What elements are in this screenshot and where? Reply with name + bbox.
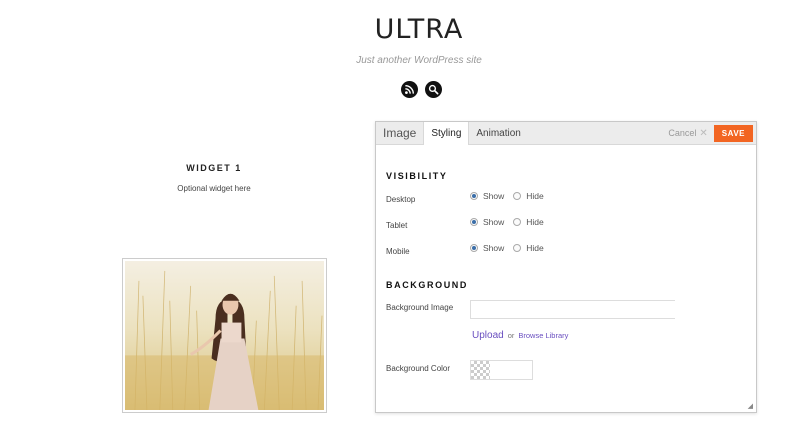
tab-image[interactable]: Image xyxy=(376,122,423,144)
show-label: Show xyxy=(483,243,505,253)
browse-library-link[interactable]: Browse Library xyxy=(518,331,568,340)
desktop-label: Desktop xyxy=(386,195,416,204)
tablet-show-radio[interactable] xyxy=(470,218,478,226)
mobile-label: Mobile xyxy=(386,247,410,256)
or-text: or xyxy=(507,331,515,340)
search-icon[interactable] xyxy=(425,81,442,98)
background-section-title: BACKGROUND xyxy=(386,280,468,290)
desktop-hide-radio[interactable] xyxy=(513,192,522,200)
tablet-hide-radio[interactable] xyxy=(513,218,522,226)
panel-actions: Cancel ✕ SAVE xyxy=(668,124,753,142)
photo-image xyxy=(125,261,324,410)
widget-title: WIDGET 1 xyxy=(186,163,242,173)
upload-row: Upload or Browse Library xyxy=(472,330,568,341)
desktop-show-radio[interactable] xyxy=(470,192,478,200)
tablet-visibility-radios: Show Hide xyxy=(470,217,548,227)
background-color-label: Background Color xyxy=(386,364,451,373)
header-icons xyxy=(401,81,442,98)
hide-label: Hide xyxy=(526,191,544,201)
panel-tab-bar: Image Styling Animation Cancel ✕ SAVE xyxy=(376,122,756,145)
upload-link[interactable]: Upload xyxy=(472,330,504,341)
mobile-visibility-radios: Show Hide xyxy=(470,243,548,253)
save-button[interactable]: SAVE xyxy=(713,124,753,142)
show-label: Show xyxy=(483,191,505,201)
rss-icon[interactable] xyxy=(401,81,418,98)
resize-handle-icon[interactable]: ◢ xyxy=(748,402,753,410)
widget-settings-panel: Image Styling Animation Cancel ✕ SAVE VI… xyxy=(375,121,757,413)
widget-text: Optional widget here xyxy=(177,184,251,193)
widget-photo xyxy=(122,258,327,413)
cancel-button[interactable]: Cancel ✕ xyxy=(668,128,707,139)
tablet-label: Tablet xyxy=(386,221,408,230)
visibility-section-title: VISIBILITY xyxy=(386,171,448,181)
background-color-picker[interactable] xyxy=(470,360,533,380)
mobile-show-radio[interactable] xyxy=(470,244,478,252)
close-icon: ✕ xyxy=(699,127,708,139)
hide-label: Hide xyxy=(526,243,544,253)
page: ULTRA Just another WordPress site WIDGET… xyxy=(0,0,800,435)
tab-styling[interactable]: Styling xyxy=(423,122,470,145)
transparent-swatch xyxy=(471,361,490,379)
tab-animation[interactable]: Animation xyxy=(469,122,527,144)
background-image-input[interactable] xyxy=(470,300,675,319)
site-title[interactable]: ULTRA xyxy=(0,14,800,45)
background-image-label: Background Image xyxy=(386,303,454,312)
show-label: Show xyxy=(483,217,505,227)
hide-label: Hide xyxy=(526,217,544,227)
cancel-label: Cancel xyxy=(668,128,697,138)
site-tagline: Just another WordPress site xyxy=(356,55,482,66)
desktop-visibility-radios: Show Hide xyxy=(470,191,548,201)
mobile-hide-radio[interactable] xyxy=(513,244,522,252)
